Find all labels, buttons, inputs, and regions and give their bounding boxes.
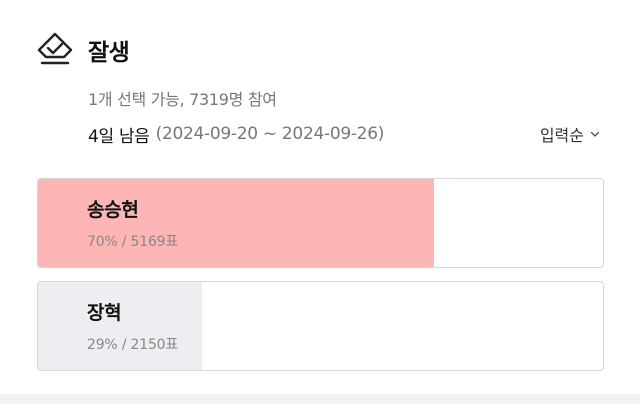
date-range: (2024-09-20 ~ 2024-09-26)	[155, 124, 385, 144]
chevron-down-icon	[590, 131, 600, 137]
poll-card: 잘생 1개 선택 가능, 7319명 참여 4일 남음 (2024-09-20 …	[0, 0, 640, 404]
poll-meta: 1개 선택 가능, 7319명 참여	[88, 90, 277, 109]
poll-header: 잘생	[36, 31, 130, 69]
section-divider	[0, 394, 640, 404]
poll-title: 잘생	[88, 40, 130, 66]
sort-label: 입력순	[539, 126, 584, 145]
option-name: 송승현	[87, 199, 139, 221]
option-name: 장혁	[87, 302, 122, 324]
deadline-row: 4일 남음 (2024-09-20 ~ 2024-09-26) 입력순	[88, 121, 600, 147]
check-diamond-icon	[37, 32, 73, 65]
sort-dropdown[interactable]: 입력순	[540, 122, 600, 146]
remaining-days: 4일 남음	[88, 126, 150, 147]
option-stat: 70% / 5169표	[87, 234, 179, 250]
poll-options: 송승현 70% / 5169표 장혁 29% / 2150표	[37, 178, 604, 384]
poll-option-2[interactable]: 장혁 29% / 2150표	[37, 281, 604, 371]
option-text: 장혁 29% / 2150표	[87, 298, 178, 354]
option-stat: 29% / 2150표	[87, 337, 179, 353]
option-text: 송승현 70% / 5169표	[87, 195, 178, 251]
poll-option-1[interactable]: 송승현 70% / 5169표	[37, 178, 604, 268]
